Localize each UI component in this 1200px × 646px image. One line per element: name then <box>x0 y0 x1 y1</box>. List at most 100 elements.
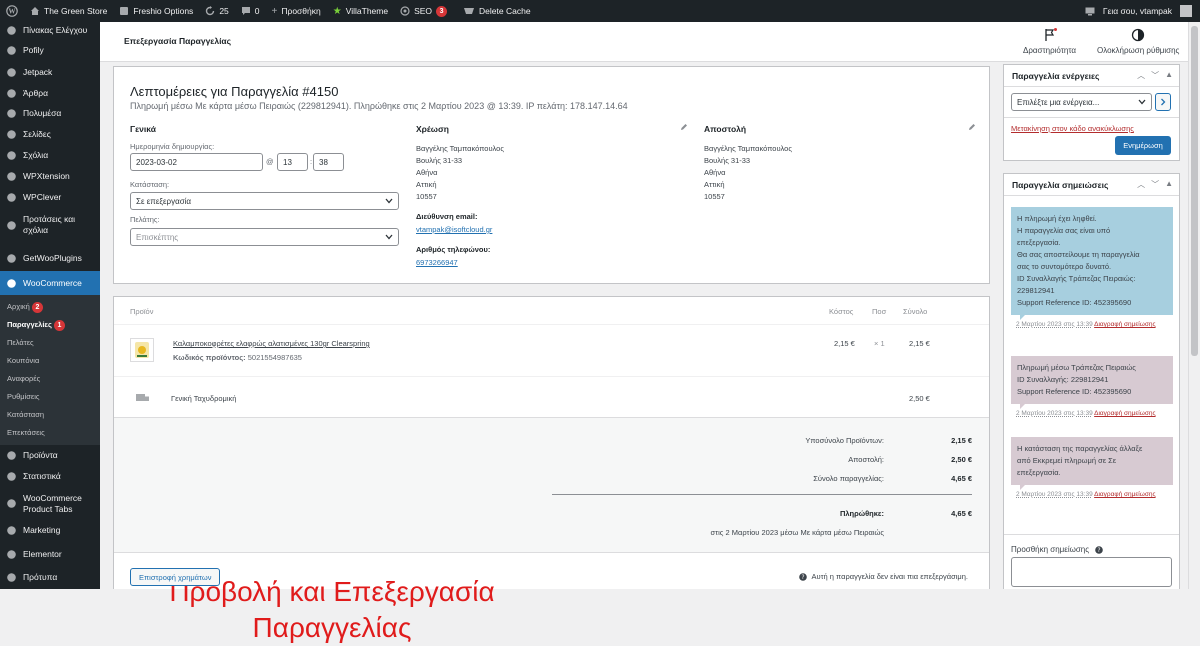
subtotal-value: 2,15 € <box>951 436 972 445</box>
sidebar-item-6[interactable]: Σχόλια <box>0 145 100 166</box>
delete-note-link[interactable]: Διαγραφή σημείωσης <box>1094 410 1155 417</box>
sidebar-item-5[interactable]: Σελίδες <box>0 124 100 145</box>
delete-note-link[interactable]: Διαγραφή σημείωσης <box>1094 321 1155 328</box>
scrollbar-thumb[interactable] <box>1191 26 1198 356</box>
sidebar-bottom-item-2[interactable]: WooCommerce Product Tabs <box>0 487 100 520</box>
shipping-address: Βαγγέλης Ταμπακόπουλος Βουλής 31-33 Αθήνα Α… <box>704 143 792 203</box>
edit-billing-icon[interactable] <box>680 123 688 131</box>
sidebar-item-label: Άρθρα <box>23 87 48 98</box>
seo-link[interactable]: SEO 3 <box>394 0 453 22</box>
sidebar-bottom-item-5[interactable]: Πρότυπα <box>0 567 100 587</box>
order-actions-box: Παραγγελία ενέργειες ︿ ﹀ ▲ Επιλέξτε μια εν… <box>1003 64 1180 161</box>
woo-submenu-item-2[interactable]: Πελάτες <box>0 334 100 352</box>
product-image-icon <box>135 342 149 358</box>
sidebar-item-2[interactable]: Jetpack <box>0 61 100 83</box>
col-total: Σύνολο <box>903 307 928 316</box>
move-down-icon[interactable]: ﹀ <box>1151 70 1159 81</box>
truck-icon <box>136 394 149 401</box>
refund-button[interactable]: Επιστροφή χρημάτων <box>130 568 221 586</box>
woo-submenu-item-0[interactable]: Αρχική 2 <box>0 298 100 316</box>
woo-submenu-item-1[interactable]: Παραγγελίες 1 <box>0 316 100 334</box>
billing-email-link[interactable]: vtampak@isoftcloud.gr <box>416 224 492 236</box>
progress-icon <box>1132 28 1145 42</box>
customer-select[interactable]: Επισκέπτης <box>130 228 399 246</box>
add-note-textarea[interactable] <box>1011 557 1172 587</box>
sidebar-item-0[interactable]: Πίνακας Ελέγχου <box>0 22 100 39</box>
status-select[interactable]: Σε επεξεργασία <box>130 192 399 210</box>
sidebar-item-3[interactable]: Άρθρα <box>0 83 100 103</box>
sidebar-item-10[interactable]: GetWooPlugins <box>0 246 100 271</box>
apply-action-button[interactable] <box>1155 93 1171 111</box>
submenu-label: Κατάσταση <box>7 410 45 419</box>
customer-value: Επισκέπτης <box>136 232 179 242</box>
product-thumbnail[interactable] <box>130 338 154 362</box>
col-product: Προϊόν <box>130 307 154 316</box>
billing-phone-link[interactable]: 6973266947 <box>416 257 458 269</box>
note-meta: 2 Μαρτίου 2023 στις 13:39 Διαγραφή σημεί… <box>1016 320 1166 330</box>
note-line: Πληρωμή μέσω Τράπεζας Πειραιώς <box>1017 363 1136 372</box>
sidebar-bottom-item-3[interactable]: Marketing <box>0 520 100 541</box>
products-icon <box>7 451 16 460</box>
wordpress-icon: W <box>6 5 18 17</box>
user-greeting[interactable]: Γεια σου, vtampak <box>1103 6 1172 16</box>
screen-icon[interactable] <box>1085 7 1095 16</box>
shipping-address-line: 10557 <box>704 192 725 201</box>
freshio-options-link[interactable]: Freshio Options <box>113 0 199 22</box>
new-content-link[interactable]: + Προσθήκη <box>266 0 327 22</box>
page-scrollbar[interactable] <box>1188 22 1200 589</box>
move-up-icon[interactable]: ︿ <box>1137 70 1145 81</box>
edit-shipping-icon[interactable] <box>968 123 976 131</box>
wordpress-logo-button[interactable]: W <box>0 0 24 22</box>
sidebar-item-9[interactable]: Προτάσεις και σχόλια <box>0 208 100 242</box>
help-icon: ? <box>1095 545 1103 554</box>
billing-email-label: Διεύθυνση email: <box>416 212 478 221</box>
woo-submenu-item-4[interactable]: Αναφορές <box>0 370 100 388</box>
activity-button[interactable]: Δραστηριότητα <box>1023 28 1076 55</box>
update-order-button[interactable]: Ενημέρωση <box>1115 136 1171 155</box>
woo-submenu-item-3[interactable]: Κουπόνια <box>0 352 100 370</box>
sidebar-item-7[interactable]: WPXtension <box>0 166 100 187</box>
woo-submenu-item-5[interactable]: Ρυθμίσεις <box>0 388 100 406</box>
sidebar-bottom-item-1[interactable]: Στατιστικά <box>0 466 100 487</box>
sidebar-item-4[interactable]: Πολυμέσα <box>0 103 100 124</box>
hour-input[interactable]: 13 <box>277 153 308 171</box>
delete-cache-link[interactable]: Delete Cache <box>453 0 537 22</box>
sidebar-item-label: Πολυμέσα <box>23 108 62 118</box>
sidebar-item-8[interactable]: WPClever <box>0 187 100 208</box>
item-cost: 2,15 € <box>834 339 855 348</box>
sidebar-bottom-item-0[interactable]: Προϊόντα <box>0 445 100 466</box>
woo-submenu-item-7[interactable]: Επεκτάσεις <box>0 424 100 442</box>
date-created-input[interactable]: 2023-03-02 <box>130 153 263 171</box>
woo-submenu-item-6[interactable]: Κατάσταση <box>0 406 100 424</box>
move-up-icon[interactable]: ︿ <box>1137 179 1145 190</box>
product-name-link[interactable]: Καλαμποκοφρέτες ελαφρώς αλατισμένες 130g… <box>173 339 370 348</box>
actions-divider <box>1004 117 1179 118</box>
totals-divider <box>552 494 972 495</box>
order-notes-controls: ︿ ﹀ ▲ <box>1137 179 1173 190</box>
toggle-panel-icon[interactable]: ▲ <box>1165 179 1173 190</box>
shipping-total: 2,50 € <box>909 394 930 403</box>
finish-setup-button[interactable]: Ολοκλήρωση ρύθμισης <box>1097 28 1179 55</box>
toggle-panel-icon[interactable]: ▲ <box>1165 70 1173 81</box>
avatar[interactable] <box>1180 5 1192 17</box>
comments-link[interactable]: 0 <box>235 0 266 22</box>
sidebar-bottom-item-4[interactable]: Elementor <box>0 541 100 567</box>
line-item-row: Καλαμποκοφρέτες ελαφρώς αλατισμένες 130g… <box>114 325 989 377</box>
sidebar-item-label: GetWooPlugins <box>23 253 82 263</box>
comment-bubble-icon <box>241 7 250 15</box>
site-name-link[interactable]: The Green Store <box>24 0 113 22</box>
order-total-label: Σύνολο παραγγελίας: <box>813 474 884 483</box>
updates-link[interactable]: 25 <box>199 0 234 22</box>
villatheme-link[interactable]: ★ VillaTheme <box>327 0 394 22</box>
order-action-select[interactable]: Επιλέξτε μια ενέργεια... <box>1011 93 1152 111</box>
move-to-trash-link[interactable]: Μετακίνηση στον κάδο ανακύκλωσης <box>1011 124 1134 133</box>
delete-note-link[interactable]: Διαγραφή σημείωσης <box>1094 491 1155 498</box>
sidebar-item-1[interactable]: Pofily <box>0 39 100 61</box>
sidebar-item-11[interactable]: WooCommerce <box>0 271 100 295</box>
pin-icon <box>7 88 16 98</box>
freshio-icon <box>120 7 129 15</box>
minute-input[interactable]: 38 <box>313 153 344 171</box>
help-icon: ? <box>799 572 808 581</box>
seo-icon <box>400 6 410 16</box>
move-down-icon[interactable]: ﹀ <box>1151 179 1159 190</box>
